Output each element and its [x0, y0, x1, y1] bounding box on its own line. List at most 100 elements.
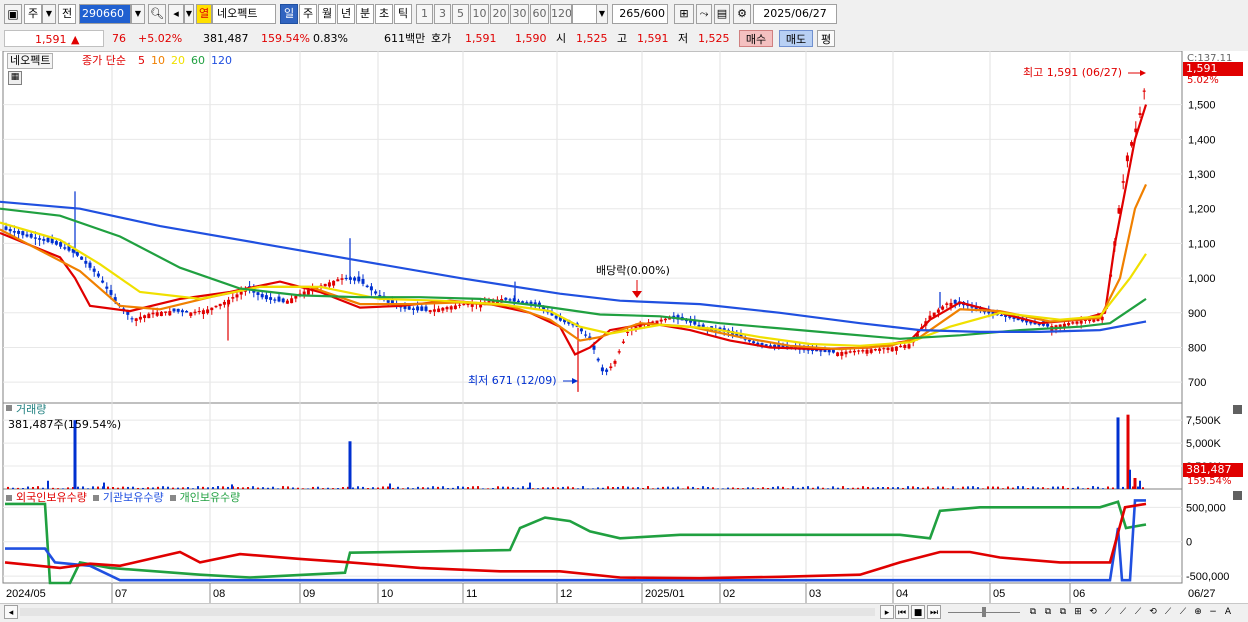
window-icon[interactable]: ▣ — [4, 4, 22, 24]
custom-interval-input[interactable] — [572, 4, 598, 24]
scroll-left-icon[interactable]: ◂ — [4, 605, 18, 619]
volume-bar — [282, 486, 284, 489]
zoom-in-icon[interactable]: ⊕ — [1191, 605, 1205, 619]
chevron-down-icon[interactable]: ▼ — [131, 4, 145, 24]
count-total: /600 — [640, 7, 665, 20]
draw-icon[interactable]: ⟋ — [1131, 605, 1145, 619]
volume-bar — [422, 487, 424, 489]
holdings-legend-2[interactable]: 개인보유수량 — [180, 491, 241, 504]
zoom-slider-handle[interactable] — [982, 607, 986, 617]
candle-body — [54, 241, 58, 245]
volume-bar — [1092, 486, 1094, 489]
stock-code-input[interactable]: 290660 — [79, 4, 131, 24]
volume-bar — [887, 487, 889, 489]
font-icon[interactable]: A — [1221, 605, 1235, 619]
copy-icon[interactable]: ⧉ — [1026, 605, 1040, 619]
copy-icon[interactable]: ⧉ — [1056, 605, 1070, 619]
volume-bar — [107, 486, 109, 489]
search-icon[interactable]: 🔍︎ — [148, 4, 166, 24]
candle-body — [231, 297, 235, 299]
candle-body — [214, 305, 218, 308]
y-tick-label: 900 — [1188, 308, 1206, 320]
chart-area[interactable]: 1,500 1,400 1,300 1,200 1,100 1,000 900 800 700 7… — [0, 51, 1248, 603]
chevron-down-icon[interactable]: ▼ — [184, 4, 194, 24]
gear-icon[interactable]: ⚙ — [733, 4, 751, 24]
speaker-icon[interactable]: ◂ — [168, 4, 184, 24]
candle-body — [941, 306, 945, 310]
holdings-line-institution — [5, 499, 1146, 582]
candle-body — [1046, 323, 1050, 327]
panel-close-icon[interactable] — [1233, 405, 1242, 414]
buy-button[interactable]: 매수 — [739, 30, 773, 47]
interval-tab-20[interactable]: 20 — [490, 4, 509, 24]
period-main-select[interactable]: 주 — [24, 4, 42, 24]
stop-icon[interactable]: ■ — [911, 605, 925, 619]
zoom-out-icon[interactable]: − — [1206, 605, 1220, 619]
interval-tab-1[interactable]: 1 — [416, 4, 433, 24]
volume-bar — [992, 486, 994, 489]
line-tool-icon[interactable]: ⤳ — [696, 4, 712, 24]
interval-tab-30[interactable]: 30 — [510, 4, 529, 24]
x-tick-label: 02 — [723, 588, 735, 600]
interval-tab-10[interactable]: 10 — [470, 4, 489, 24]
draw-icon[interactable]: ⟋ — [1101, 605, 1115, 619]
refresh-icon[interactable]: ⟲ — [1146, 605, 1160, 619]
ma-legend-60[interactable]: 60 — [191, 54, 205, 67]
chevron-down-icon[interactable]: ▼ — [596, 4, 608, 24]
volume-bar — [637, 487, 639, 489]
refresh-icon[interactable]: ⟲ — [1086, 605, 1100, 619]
ma-legend-10[interactable]: 10 — [151, 54, 165, 67]
ma-legend-5[interactable]: 5 — [138, 54, 145, 67]
date-input[interactable]: 2025/06/27 — [753, 4, 837, 24]
interval-tab-120[interactable]: 120 — [550, 4, 572, 24]
holdings-legend-0[interactable]: 외국인보유수량 — [16, 491, 87, 504]
scroll-right-icon[interactable]: ▸ — [880, 605, 894, 619]
interval-tab-3[interactable]: 3 — [434, 4, 451, 24]
draw-icon[interactable]: ⟋ — [1161, 605, 1175, 619]
stock-name-field[interactable]: 네오펙트 — [212, 4, 276, 24]
interval-tab-5[interactable]: 5 — [452, 4, 469, 24]
copy-icon[interactable]: ⧉ — [1041, 605, 1055, 619]
volume-bar — [962, 486, 964, 489]
candle-body — [17, 230, 21, 234]
volume-bar — [997, 486, 999, 489]
period-tab-1[interactable]: 주 — [299, 4, 317, 24]
holdings-legend-1[interactable]: 기관보유수량 — [103, 491, 164, 504]
rewind-icon[interactable]: ⏮ — [895, 605, 909, 619]
interval-tab-60[interactable]: 60 — [530, 4, 549, 24]
period-tab-5[interactable]: 초 — [375, 4, 393, 24]
grid-toggle-icon[interactable]: ▦ — [8, 71, 22, 85]
panel-close-icon[interactable] — [1233, 491, 1242, 500]
prev-button[interactable]: 전 — [58, 4, 76, 24]
chart-svg[interactable]: 1,500 1,400 1,300 1,200 1,100 1,000 900 800 700 7… — [0, 51, 1248, 603]
chevron-down-icon[interactable]: ▼ — [42, 4, 56, 24]
volume-bar — [542, 487, 544, 489]
save-icon[interactable]: ▤ — [714, 4, 730, 24]
change-percent: +5.02% — [138, 32, 183, 45]
volume-bar — [667, 486, 669, 489]
volume-bar — [212, 487, 214, 489]
data-count-field[interactable]: 265/600 — [612, 4, 668, 24]
candle-body — [281, 298, 285, 303]
draw-icon[interactable]: ⟋ — [1116, 605, 1130, 619]
period-tab-6[interactable]: 틱 — [394, 4, 412, 24]
forward-icon[interactable]: ⏭ — [927, 605, 941, 619]
period-tab-0[interactable]: 일 — [280, 4, 298, 24]
candle-type-icon[interactable]: ⊞ — [674, 4, 694, 24]
layout-icon[interactable]: ⊞ — [1071, 605, 1085, 619]
stock-name-tag[interactable]: 네오펙트 — [7, 53, 54, 69]
ma-legend-20[interactable]: 20 — [171, 54, 185, 67]
volume-bar — [447, 488, 449, 489]
current-price: 1,591 — [35, 33, 67, 46]
period-tab-4[interactable]: 분 — [356, 4, 374, 24]
volume-bar — [977, 487, 979, 489]
draw-icon[interactable]: ⟋ — [1176, 605, 1190, 619]
ma-legend-120[interactable]: 120 — [211, 54, 232, 67]
candle-body — [332, 280, 336, 286]
sell-button[interactable]: 매도 — [779, 30, 813, 47]
period-tab-2[interactable]: 월 — [318, 4, 336, 24]
candle-body — [201, 310, 205, 315]
eval-button[interactable]: 평 — [817, 30, 835, 47]
period-tab-3[interactable]: 년 — [337, 4, 355, 24]
scrollbar-track[interactable] — [20, 608, 875, 616]
